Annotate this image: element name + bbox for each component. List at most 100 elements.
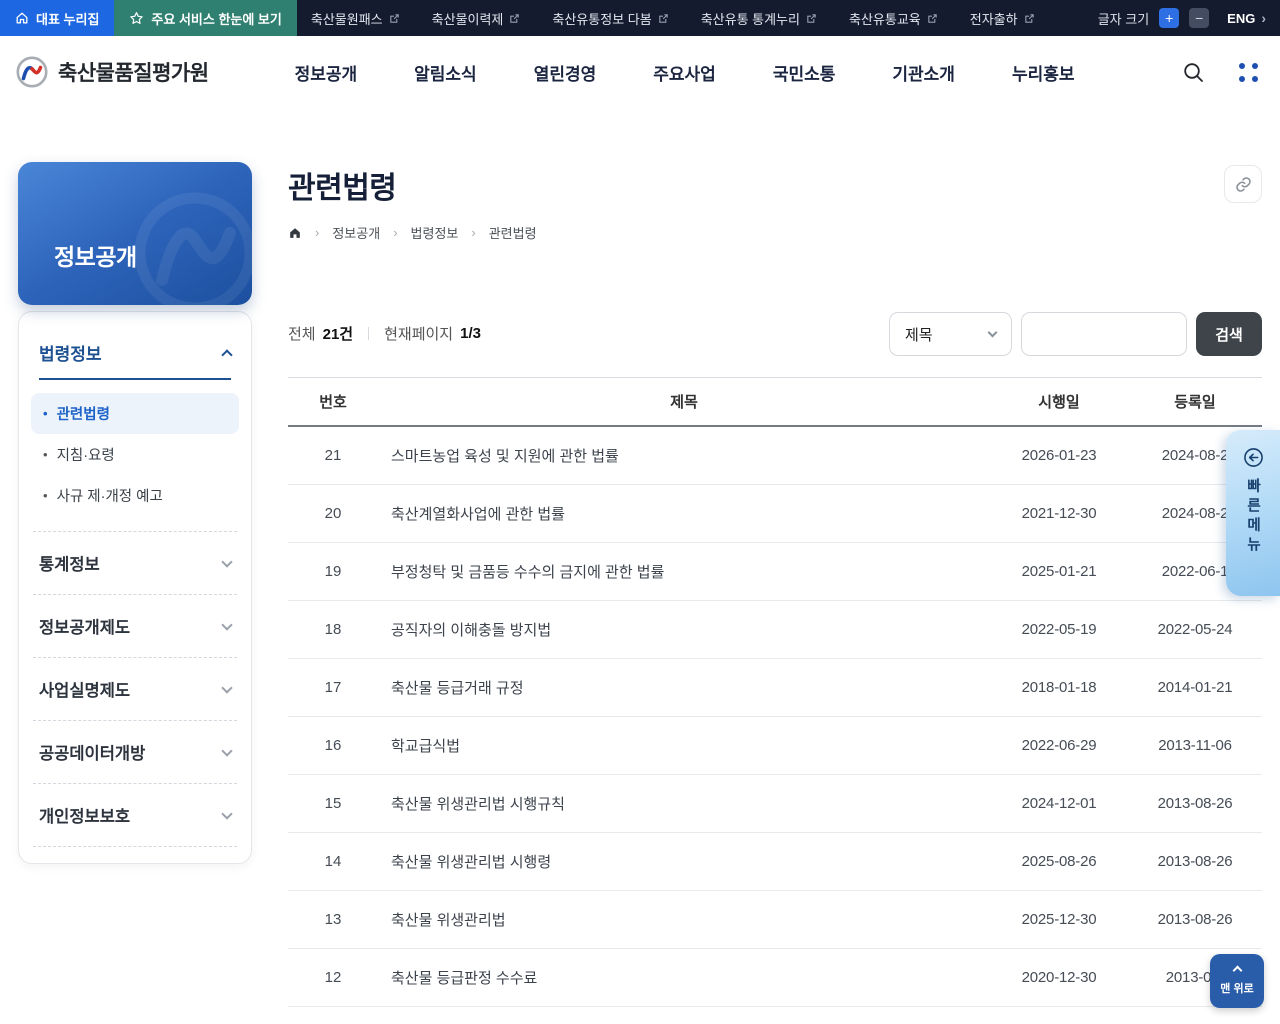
table-row[interactable]: 21 스마트농업 육성 및 지원에 관한 법률 2026-01-23 2024-…: [288, 427, 1262, 485]
table-header: 번호 제목 시행일 등록일: [288, 377, 1262, 427]
top-utility-bar: 대표 누리집 주요 서비스 한눈에 보기 축산물원패스 축산물이력제 축산유통정…: [0, 0, 1280, 36]
effective-date: 2025-08-26: [1021, 853, 1097, 870]
law-title-link[interactable]: 축산계열화사업에 관한 법률: [378, 503, 990, 524]
table-row[interactable]: 17 축산물 등급거래 규정 2018-01-18 2014-01-21: [288, 659, 1262, 717]
main-content: 관련법령 › 정보공개 › 법령정보 › 관련법령 전체 21건 현재페이지 1…: [288, 163, 1262, 1007]
nav-item-news[interactable]: 알림소식: [414, 60, 477, 85]
font-decrease-button[interactable]: −: [1189, 8, 1210, 28]
sidebar-group-statistics[interactable]: 통계정보: [19, 532, 251, 594]
all-menu-button[interactable]: [1239, 62, 1258, 82]
law-title-link[interactable]: 스마트농업 육성 및 지원에 관한 법률: [378, 445, 990, 466]
sidebar-menu-card: 법령정보 관련법령 지침·요령 사규 제·개정 예고 통계정보 정보공개제도 사…: [18, 311, 252, 864]
external-link-label: 축산물원패스: [310, 11, 383, 27]
law-title-link[interactable]: 축산물 위생관리법: [378, 909, 990, 930]
external-link-education[interactable]: 축산유통교육: [849, 9, 938, 28]
divider: [368, 327, 370, 340]
column-header-title: 제목: [670, 394, 698, 411]
external-link-wonpass[interactable]: 축산물원패스: [311, 9, 400, 28]
breadcrumb-home[interactable]: [288, 226, 302, 240]
total-value: 21건: [322, 326, 354, 343]
nav-item-main-business[interactable]: 주요사업: [653, 60, 716, 85]
column-header-no: 번호: [319, 394, 347, 411]
law-title-link[interactable]: 학교급식법: [378, 735, 990, 756]
search-field-selected: 제목: [905, 326, 933, 344]
breadcrumb-item[interactable]: 정보공개: [332, 223, 380, 242]
sidebar-section-banner: 정보공개: [18, 162, 252, 305]
law-title-link[interactable]: 축산물 등급거래 규정: [378, 677, 990, 698]
key-services-link[interactable]: 주요 서비스 한눈에 보기: [114, 0, 297, 36]
table-row[interactable]: 14 축산물 위생관리법 시행령 2025-08-26 2013-08-26: [288, 833, 1262, 891]
law-title-link[interactable]: 축산물 위생관리법 시행령: [378, 851, 990, 872]
nav-item-open-management[interactable]: 열린경영: [534, 60, 597, 85]
external-link-stats[interactable]: 축산유통 통계누리: [701, 9, 817, 28]
law-title-link[interactable]: 부정청탁 및 금품등 수수의 금지에 관한 법률: [378, 561, 990, 582]
sidebar-item-guidelines[interactable]: 지침·요령: [31, 434, 239, 475]
row-number: 14: [324, 853, 342, 870]
table-row[interactable]: 13 축산물 위생관리법 2025-12-30 2013-08-26: [288, 891, 1262, 949]
external-link-label: 축산유통 통계누리: [700, 11, 800, 27]
sidebar-item-regulation-notice[interactable]: 사규 제·개정 예고: [31, 475, 239, 516]
chevron-right-icon: ›: [471, 225, 476, 240]
language-label: ENG: [1227, 10, 1256, 26]
nav-item-about[interactable]: 기관소개: [892, 60, 955, 85]
row-number: 15: [324, 795, 342, 812]
search-button[interactable]: [1182, 61, 1205, 84]
chevron-down-icon: [221, 618, 233, 631]
external-link-history[interactable]: 축산물이력제: [432, 9, 521, 28]
chevron-right-icon: ›: [1261, 10, 1266, 26]
external-links: 축산물원패스 축산물이력제 축산유통정보 다봄 축산유통 통계누리 축산유통교육…: [311, 0, 1035, 36]
nav-item-promotion[interactable]: 누리홍보: [1012, 60, 1075, 85]
external-link-dabom[interactable]: 축산유통정보 다봄: [552, 9, 668, 28]
table-row[interactable]: 16 학교급식법 2022-06-29 2013-11-06: [288, 717, 1262, 775]
quick-menu-open-icon: [1243, 448, 1263, 467]
table-row[interactable]: 15 축산물 위생관리법 시행규칙 2024-12-01 2013-08-26: [288, 775, 1262, 833]
copy-url-button[interactable]: [1224, 165, 1262, 203]
column-header-registered-date: 등록일: [1174, 394, 1216, 411]
sidebar-section-title: 정보공개: [54, 244, 137, 270]
font-increase-button[interactable]: +: [1159, 8, 1180, 28]
quick-menu-panel[interactable]: 빠른메뉴: [1226, 430, 1280, 596]
law-title-link[interactable]: 공직자의 이해충돌 방지법: [378, 619, 990, 640]
external-link-icon: [928, 13, 937, 23]
search-field-select[interactable]: 제목: [889, 312, 1012, 356]
breadcrumb-item-current: 관련법령: [488, 226, 537, 241]
table-row[interactable]: 20 축산계열화사업에 관한 법률 2021-12-30 2024-08-2: [288, 485, 1262, 543]
back-to-top-button[interactable]: 맨 위로: [1210, 954, 1264, 1008]
breadcrumb-item[interactable]: 법령정보: [411, 223, 459, 242]
row-number: 20: [324, 505, 342, 522]
total-label: 전체: [288, 326, 316, 343]
list-toolbar: 전체 21건 현재페이지 1/3 제목 검색: [288, 312, 1262, 356]
header-icons: [1182, 61, 1258, 84]
home-icon: [16, 12, 28, 24]
registered-date: 2014-01-21: [1157, 679, 1233, 696]
search-input[interactable]: [1021, 312, 1187, 356]
sidebar-group-privacy[interactable]: 개인정보보호: [19, 784, 251, 846]
law-title-link[interactable]: 축산물 등급판정 수수료: [378, 967, 990, 988]
external-link-shipping[interactable]: 전자출하: [970, 9, 1035, 28]
sidebar-group-project-real-name[interactable]: 사업실명제도: [19, 658, 251, 720]
table-row[interactable]: 12 축산물 등급판정 수수료 2020-12-30 2013-08-: [288, 949, 1262, 1007]
search-icon: [1184, 62, 1203, 82]
table-row[interactable]: 18 공직자의 이해충돌 방지법 2022-05-19 2022-05-24: [288, 601, 1262, 659]
sidebar-item-related-laws[interactable]: 관련법령: [31, 393, 239, 434]
nav-item-info-disclosure[interactable]: 정보공개: [295, 60, 358, 85]
search-submit-button[interactable]: 검색: [1196, 312, 1262, 356]
page-head: 관련법령: [288, 163, 1262, 207]
sidebar-group-open-data[interactable]: 공공데이터개방: [19, 721, 251, 783]
sidebar-group-disclosure-system[interactable]: 정보공개제도: [19, 595, 251, 657]
divider: [33, 846, 237, 847]
registered-date: 2013-08-26: [1157, 853, 1233, 870]
sidebar-group-label: 개인정보보호: [39, 808, 131, 826]
registered-date: 2013-08-26: [1157, 911, 1233, 928]
sidebar-group-law-info[interactable]: 법령정보: [19, 318, 251, 378]
chevron-down-icon: [221, 744, 233, 757]
nav-item-communication[interactable]: 국민소통: [773, 60, 836, 85]
effective-date: 2025-12-30: [1021, 911, 1097, 928]
main-portal-link[interactable]: 대표 누리집: [0, 0, 115, 36]
main-portal-link-label: 대표 누리집: [36, 11, 100, 27]
law-title-link[interactable]: 축산물 위생관리법 시행규칙: [378, 793, 990, 814]
site-logo[interactable]: 축산물품질평가원: [14, 54, 209, 90]
breadcrumb: › 정보공개 › 법령정보 › 관련법령: [288, 223, 1262, 242]
language-switch[interactable]: ENG ›: [1227, 10, 1266, 26]
table-row[interactable]: 19 부정청탁 및 금품등 수수의 금지에 관한 법률 2025-01-21 2…: [288, 543, 1262, 601]
